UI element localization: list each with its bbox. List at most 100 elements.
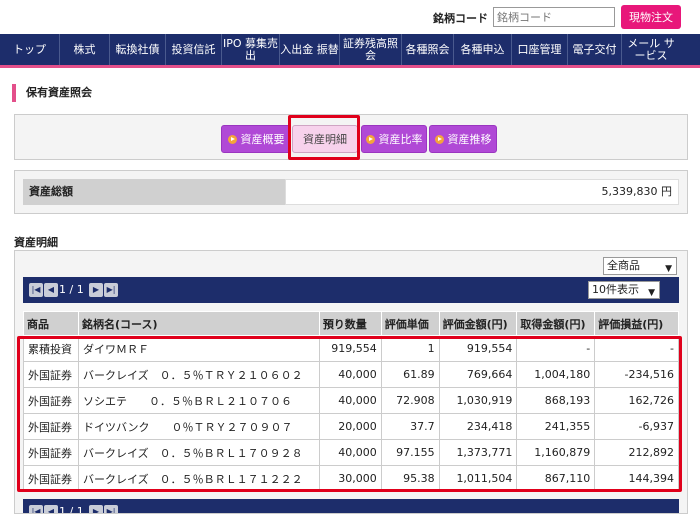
product-filter-value: 全商品 — [607, 259, 640, 272]
table-row: 外国証券 バークレイズ ０．５％ＢＲＬ１７１２２２ 30,000 95.38 1,011… — [23, 465, 679, 492]
table-cell: 外国証券 — [23, 439, 79, 466]
security-name-cell: ソシエテ ０．５％ＢＲＬ２１０７０６ — [77, 387, 320, 414]
table-cell: 1,030,919 — [438, 387, 518, 414]
table-cell: 1,004,180 — [516, 361, 596, 388]
table-cell: - — [516, 335, 596, 362]
table-cell: 40,000 — [318, 361, 382, 388]
total-assets-label: 資産総額 — [23, 179, 285, 205]
per-page-value: 10件表示 — [592, 283, 639, 296]
nav-item-6[interactable]: 証券残高照会 — [340, 34, 402, 65]
genbutsu-order-button[interactable]: 現物注文 — [621, 5, 681, 29]
prev-page-icon[interactable]: ◀ — [44, 283, 58, 297]
product-filter-select[interactable]: 全商品 ▼ — [603, 257, 677, 275]
tab-label: 資産概要 — [240, 133, 285, 146]
table-cell: 769,664 — [438, 361, 518, 388]
code-label: 銘柄コード — [433, 12, 488, 25]
column-header: 評価単価 — [380, 311, 440, 336]
column-header: 評価金額(円) — [438, 311, 518, 336]
security-name-cell: バークレイズ ０．５％ＴＲＹ２１０６０２ — [77, 361, 320, 388]
table-cell: 37.7 — [380, 413, 440, 440]
play-icon — [434, 134, 444, 144]
nav-item-3[interactable]: 投資信託 — [166, 34, 222, 65]
nav-item-9[interactable]: 口座管理 — [512, 34, 568, 65]
table-cell: 97.155 — [380, 439, 440, 466]
table-cell: 212,892 — [594, 439, 679, 466]
next-page-icon[interactable]: ▶ — [89, 505, 103, 513]
column-header: 銘柄名(コース) — [77, 311, 320, 336]
tab-asset-ratio[interactable]: 資産比率 — [361, 125, 427, 153]
column-header: 預り数量 — [318, 311, 382, 336]
play-icon — [365, 134, 375, 144]
code-input[interactable] — [493, 7, 615, 27]
details-area: 全商品 ▼ |◀ ◀ 1 / 1 ▶ ▶| 10件表示 ▼ 商品 銘柄名(コース)… — [14, 250, 688, 514]
pager-bottom: |◀ ◀ 1 / 1 ▶ ▶| — [23, 499, 679, 514]
table-cell: 1 — [380, 335, 440, 362]
column-header: 取得金額(円) — [516, 311, 596, 336]
table-cell: 40,000 — [318, 439, 382, 466]
first-page-icon[interactable]: |◀ — [29, 283, 43, 297]
table-cell: 95.38 — [380, 465, 440, 492]
nav-item-10[interactable]: 電子交付 — [568, 34, 622, 65]
security-name-cell: ドイツバンク ０％ＴＲＹ２７０９０７ — [77, 413, 320, 440]
table-cell: 30,000 — [318, 465, 382, 492]
table-cell: 外国証券 — [23, 361, 79, 388]
table-cell: -6,937 — [594, 413, 679, 440]
table-cell: 外国証券 — [23, 387, 79, 414]
table-cell: - — [594, 335, 679, 362]
nav-item-7[interactable]: 各種照会 — [402, 34, 454, 65]
last-page-icon[interactable]: ▶| — [104, 283, 118, 297]
security-name-cell: バークレイズ ０．５％ＢＲＬ１７０９２８ — [77, 439, 320, 466]
table-cell: 868,193 — [516, 387, 596, 414]
table-cell: 20,000 — [318, 413, 382, 440]
per-page-select[interactable]: 10件表示 ▼ — [588, 281, 660, 299]
table-row: 外国証券 ソシエテ ０．５％ＢＲＬ２１０７０６ 40,000 72.908 1,030,… — [23, 387, 679, 414]
play-icon — [227, 134, 237, 144]
prev-page-icon[interactable]: ◀ — [44, 505, 58, 513]
nav-item-4[interactable]: IPO 募集売出 — [222, 34, 280, 65]
security-name-cell: ダイワＭＲＦ — [77, 335, 320, 362]
nav-item-1[interactable]: 株式 — [60, 34, 110, 65]
table-cell: -234,516 — [594, 361, 679, 388]
nav-item-0[interactable]: トップ — [0, 34, 60, 65]
first-page-icon[interactable]: |◀ — [29, 505, 43, 513]
table-row: 外国証券 ドイツバンク ０％ＴＲＹ２７０９０７ 20,000 37.7 234,418 2… — [23, 413, 679, 440]
table-cell: 234,418 — [438, 413, 518, 440]
column-header: 評価損益(円) — [594, 311, 679, 336]
table-cell: 867,110 — [516, 465, 596, 492]
nav-item-5[interactable]: 入出金 振替 — [280, 34, 340, 65]
details-section-title: 資産明細 — [14, 236, 58, 249]
table-cell: 162,726 — [594, 387, 679, 414]
tab-label: 資産推移 — [447, 133, 492, 146]
table-cell: 累積投資 — [23, 335, 79, 362]
table-cell: 72.908 — [380, 387, 440, 414]
next-page-icon[interactable]: ▶ — [89, 283, 103, 297]
table-cell: 40,000 — [318, 387, 382, 414]
page-title: 保有資産照会 — [12, 84, 92, 102]
table-cell: 241,355 — [516, 413, 596, 440]
table-cell: 61.89 — [380, 361, 440, 388]
chevron-down-icon: ▼ — [648, 288, 655, 298]
page-indicator: 1 / 1 — [59, 505, 84, 514]
chevron-down-icon: ▼ — [665, 264, 672, 274]
table-row: 外国証券 バークレイズ ０．５％ＢＲＬ１７０９２８ 40,000 97.155 1,37… — [23, 439, 679, 466]
main-nav: トップ 株式 転換社債 投資信託 IPO 募集売出 入出金 振替 証券残高照会 各種照会 各種申… — [0, 34, 700, 68]
nav-item-2[interactable]: 転換社債 — [110, 34, 166, 65]
nav-item-11[interactable]: メール サービス — [622, 34, 680, 65]
total-assets-box: 資産総額 5,339,830 円 — [14, 170, 688, 214]
pager-top: |◀ ◀ 1 / 1 ▶ ▶| 10件表示 ▼ — [23, 277, 679, 303]
asset-details-table: 商品 銘柄名(コース) 預り数量 評価単価 評価金額(円) 取得金額(円) 評価損益(円) … — [23, 311, 679, 492]
table-row: 外国証券 バークレイズ ０．５％ＴＲＹ２１０６０２ 40,000 61.89 769,6… — [23, 361, 679, 388]
security-name-cell: バークレイズ ０．５％ＢＲＬ１７１２２２ — [77, 465, 320, 492]
tab-label: 資産比率 — [378, 133, 423, 146]
total-assets-value: 5,339,830 円 — [285, 179, 679, 205]
table-row: 累積投資 ダイワＭＲＦ 919,554 1 919,554- - — [23, 335, 679, 362]
column-header: 商品 — [23, 311, 79, 336]
table-cell: 1,373,771 — [438, 439, 518, 466]
page-indicator: 1 / 1 — [59, 283, 84, 296]
nav-item-8[interactable]: 各種申込 — [454, 34, 512, 65]
table-cell: 外国証券 — [23, 413, 79, 440]
tab-asset-trend[interactable]: 資産推移 — [429, 125, 497, 153]
tab-asset-overview[interactable]: 資産概要 — [221, 125, 291, 153]
last-page-icon[interactable]: ▶| — [104, 505, 118, 513]
table-cell: 144,394 — [594, 465, 679, 492]
